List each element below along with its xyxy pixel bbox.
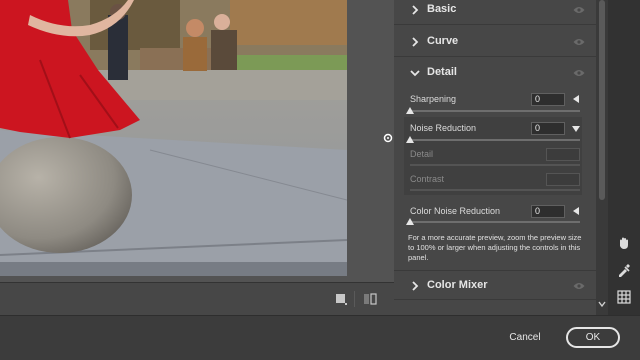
noise-reduction-value-input[interactable]: 0 <box>531 122 565 135</box>
toolbar-divider <box>354 291 355 307</box>
section-basic[interactable]: Basic <box>394 0 596 25</box>
color-sampler-icon[interactable] <box>617 263 631 277</box>
tool-strip <box>608 0 640 315</box>
sharpening-value-input[interactable]: 0 <box>531 93 565 106</box>
scrollbar-thumb[interactable] <box>599 0 605 200</box>
color-noise-reduction-slider-track[interactable] <box>410 221 580 223</box>
section-color-mixer[interactable]: Color Mixer <box>394 270 596 300</box>
camera-raw-dialog: Basic Curve Detail Sharpening 0 Noise Re… <box>0 0 640 360</box>
preview-image[interactable] <box>0 0 347 276</box>
section-basic-title: Basic <box>427 3 457 15</box>
section-detail[interactable]: Detail <box>394 58 596 88</box>
nr-detail-value-input <box>546 148 580 161</box>
chevron-right-icon <box>412 281 419 291</box>
color-noise-reduction-value-input[interactable]: 0 <box>531 205 565 218</box>
sharpening-slider-track[interactable] <box>410 110 580 112</box>
chevron-right-icon <box>412 5 419 15</box>
triangle-down-icon[interactable] <box>572 125 580 133</box>
eye-icon[interactable] <box>573 281 585 291</box>
chevron-down-icon[interactable] <box>598 300 606 308</box>
hand-icon[interactable] <box>617 236 631 250</box>
nr-detail-label: Detail <box>410 149 434 159</box>
noise-reduction-slider-track[interactable] <box>410 139 580 141</box>
chevron-right-icon <box>412 37 419 47</box>
triangle-left-icon[interactable] <box>572 207 580 215</box>
chevron-down-icon <box>410 70 420 77</box>
triangle-left-icon[interactable] <box>572 95 580 103</box>
eye-icon[interactable] <box>573 68 585 78</box>
nr-contrast-value-input <box>546 173 580 186</box>
preview-zoom-note: For a more accurate preview, zoom the pr… <box>408 233 582 262</box>
color-noise-reduction-label: Color Noise Reduction <box>410 206 501 216</box>
eye-icon[interactable] <box>573 5 585 15</box>
panel-scrollbar[interactable] <box>596 0 608 315</box>
sharpening-label: Sharpening <box>410 94 457 104</box>
noise-reduction-label: Noise Reduction <box>410 123 477 133</box>
section-color-mixer-title: Color Mixer <box>427 279 488 291</box>
sharpening-slider-handle[interactable] <box>406 107 414 114</box>
color-noise-reduction-slider-handle[interactable] <box>406 218 414 225</box>
nr-contrast-label: Contrast <box>410 174 445 184</box>
nr-detail-slider-track <box>410 164 580 166</box>
section-curve-title: Curve <box>427 35 459 47</box>
grid-icon[interactable] <box>617 290 631 304</box>
nr-contrast-slider-track <box>410 189 580 191</box>
section-detail-title: Detail <box>427 66 457 78</box>
preview-toolbar <box>0 282 394 315</box>
noise-reduction-slider-handle[interactable] <box>406 136 414 143</box>
adjustments-panel: Basic Curve Detail Sharpening 0 Noise Re… <box>394 0 596 315</box>
view-single-icon[interactable] <box>334 292 348 306</box>
cancel-button[interactable]: Cancel <box>505 328 545 348</box>
dialog-footer: Cancel OK <box>0 315 640 360</box>
section-curve[interactable]: Curve <box>394 27 596 57</box>
ok-button[interactable]: OK <box>566 327 620 348</box>
crosshair-cursor-icon <box>382 131 394 143</box>
eye-icon[interactable] <box>573 37 585 47</box>
before-after-icon[interactable] <box>363 292 377 306</box>
